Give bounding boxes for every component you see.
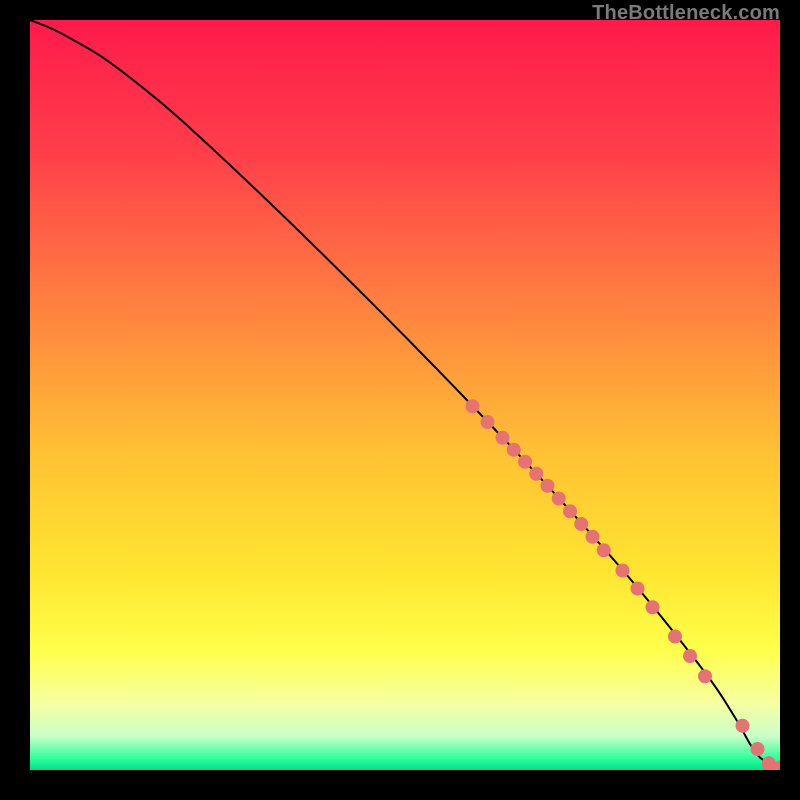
- data-point: [616, 564, 630, 578]
- data-point: [751, 742, 765, 756]
- data-point: [698, 669, 712, 683]
- data-point: [552, 492, 566, 506]
- data-point: [529, 467, 543, 481]
- data-point: [736, 719, 750, 733]
- data-point: [574, 517, 588, 531]
- data-point: [586, 530, 600, 544]
- data-point: [683, 649, 697, 663]
- gradient-background: [30, 20, 780, 770]
- data-point: [563, 504, 577, 518]
- chart-frame: TheBottleneck.com: [0, 0, 800, 800]
- data-point: [466, 399, 480, 413]
- data-point: [507, 443, 521, 457]
- data-point: [518, 455, 532, 469]
- data-point: [668, 630, 682, 644]
- data-point: [496, 431, 510, 445]
- plot-area: [30, 20, 780, 770]
- data-point: [646, 600, 660, 614]
- data-point: [481, 415, 495, 429]
- gradient-curve-chart: [30, 20, 780, 770]
- data-point: [597, 543, 611, 557]
- data-point: [631, 582, 645, 596]
- data-point: [541, 479, 555, 493]
